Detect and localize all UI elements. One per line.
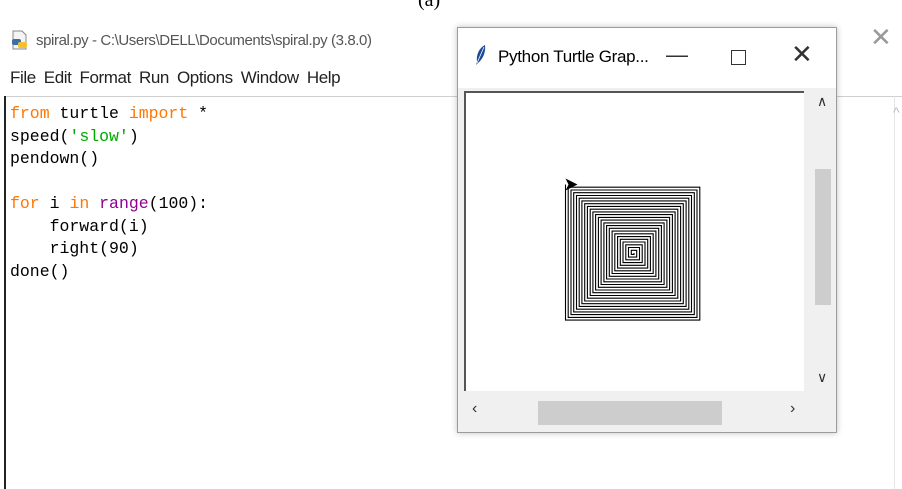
menu-options[interactable]: Options <box>177 68 233 94</box>
maximize-icon[interactable] <box>731 50 746 65</box>
turtle-window-title: Python Turtle Grap... <box>498 47 649 66</box>
vertical-scroll-thumb[interactable] <box>815 169 831 305</box>
code-token: turtle <box>49 104 129 123</box>
code-token: speed( <box>10 126 70 146</box>
editor-close-icon[interactable]: ✕ <box>870 22 892 53</box>
code-token: range <box>99 194 149 213</box>
editor-scroll-up-icon[interactable]: ^ <box>893 104 900 120</box>
code-editor-area[interactable]: from turtle import * speed('slow') pendo… <box>10 103 208 283</box>
menu-help[interactable]: Help <box>307 68 341 94</box>
menu-window[interactable]: Window <box>241 68 299 94</box>
editor-menubar: File Edit Format Run Options Window Help <box>10 68 348 94</box>
spiral-drawing <box>564 178 701 321</box>
python-file-icon <box>10 30 30 50</box>
vertical-scrollbar[interactable]: ∧ ∨ <box>812 91 834 391</box>
horizontal-scrollbar[interactable]: ‹ › <box>464 399 808 425</box>
menu-file[interactable]: File <box>10 68 36 94</box>
editor-scrollbar-track <box>894 96 895 489</box>
code-token: * <box>188 104 209 123</box>
horizontal-scroll-thumb[interactable] <box>538 401 722 425</box>
code-token: forward(i) <box>10 216 149 236</box>
spiral-path <box>564 184 701 321</box>
code-token: done() <box>10 261 70 281</box>
scroll-up-icon[interactable]: ∧ <box>817 93 827 110</box>
code-token: i <box>39 194 70 213</box>
editor-title: spiral.py - C:\Users\DELL\Documents\spir… <box>36 31 372 49</box>
menu-edit[interactable]: Edit <box>44 68 72 94</box>
close-icon[interactable]: ✕ <box>791 39 813 70</box>
scroll-down-icon[interactable]: ∨ <box>817 369 827 386</box>
code-token: for <box>10 194 40 213</box>
code-token: ) <box>128 126 139 146</box>
code-token: from <box>10 104 50 123</box>
scroll-left-icon[interactable]: ‹ <box>472 400 477 418</box>
scroll-right-icon[interactable]: › <box>790 400 795 418</box>
editor-left-border <box>4 96 6 489</box>
turtle-arrow-icon <box>565 178 578 191</box>
minimize-icon[interactable]: — <box>666 42 688 68</box>
code-token: import <box>128 104 189 123</box>
code-token: right(90) <box>10 239 139 258</box>
turtle-graphics-window: Python Turtle Grap... — ✕ ∧ ∨ ‹ › <box>457 27 837 433</box>
caption-fragment: (a) <box>418 0 441 11</box>
turtle-window-titlebar: Python Turtle Grap... — ✕ <box>458 28 836 88</box>
editor-title-bar: spiral.py - C:\Users\DELL\Documents\spir… <box>10 28 372 52</box>
menu-run[interactable]: Run <box>139 68 169 94</box>
code-token: (100): <box>148 194 209 213</box>
feather-icon <box>476 45 486 65</box>
code-token: 'slow' <box>69 126 129 146</box>
code-token: in <box>69 194 90 213</box>
code-token: pendown() <box>10 149 100 168</box>
turtle-canvas <box>464 91 804 391</box>
menu-format[interactable]: Format <box>80 68 132 94</box>
